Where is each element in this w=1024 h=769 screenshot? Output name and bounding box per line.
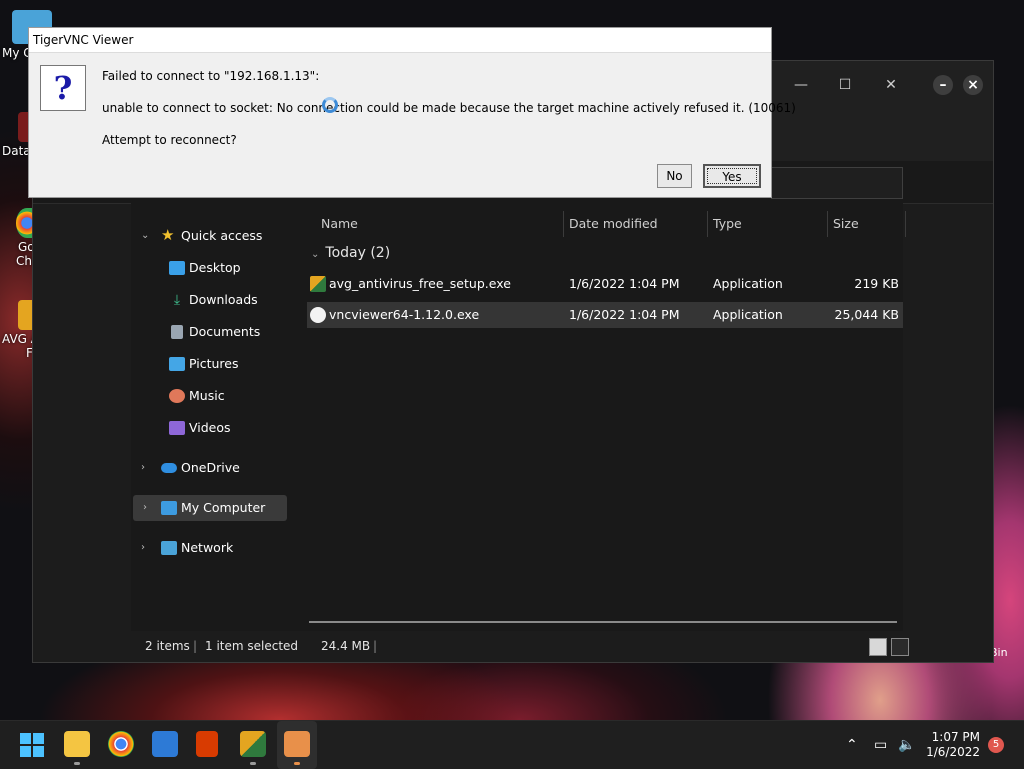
file-row[interactable]: avg_antivirus_free_setup.exe 1/6/2022 1:… <box>307 271 903 297</box>
file-date: 1/6/2022 1:04 PM <box>569 276 680 291</box>
column-divider[interactable] <box>563 211 564 237</box>
running-indicator <box>294 762 300 765</box>
nav-label: Desktop <box>189 260 241 275</box>
chevron-up-icon[interactable]: ⌃ <box>846 721 858 769</box>
group-label: Today (2) <box>325 245 391 261</box>
status-item-count: 2 items <box>145 639 190 653</box>
column-header-type[interactable]: Type <box>713 211 742 237</box>
tigervnc-icon <box>310 307 326 323</box>
busy-cursor-icon <box>322 97 338 113</box>
clock-date: 1/6/2022 <box>926 745 980 759</box>
start-icon[interactable] <box>20 733 44 757</box>
group-header-today[interactable]: ⌄ Today (2) <box>311 245 390 261</box>
network-icon <box>161 541 177 555</box>
chevron-right-icon: › <box>141 462 145 473</box>
office-icon[interactable] <box>196 731 218 757</box>
cloud-icon <box>161 463 177 473</box>
download-icon: ⤓ <box>173 292 181 308</box>
large-icons-view-icon[interactable] <box>891 638 909 656</box>
avg-icon[interactable] <box>240 731 266 757</box>
nav-label: My Computer <box>181 500 266 515</box>
computer-icon <box>161 501 177 515</box>
column-divider[interactable] <box>827 211 828 237</box>
nav-my-computer[interactable]: › My Computer <box>133 495 287 521</box>
vnc-close-icon[interactable]: × <box>963 75 983 95</box>
running-indicator <box>250 762 256 765</box>
clock-time: 1:07 PM <box>931 730 980 744</box>
chevron-right-icon: › <box>141 542 145 553</box>
chevron-right-icon: › <box>143 502 147 513</box>
no-button[interactable]: No <box>657 164 692 188</box>
file-explorer-icon[interactable] <box>64 731 90 757</box>
file-type: Application <box>713 276 783 291</box>
vnc-controls: – × <box>933 69 993 105</box>
star-icon: ★ <box>161 226 175 244</box>
notification-badge[interactable]: 5 <box>988 737 1004 753</box>
videos-icon <box>169 421 185 435</box>
file-row[interactable]: vncviewer64-1.12.0.exe 1/6/2022 1:04 PM … <box>307 302 903 328</box>
network-status-icon[interactable]: ▭ <box>874 721 887 769</box>
chevron-down-icon: ⌄ <box>141 230 150 241</box>
file-type: Application <box>713 307 783 322</box>
speaker-icon[interactable]: 🔈 <box>898 721 915 769</box>
column-header-date[interactable]: Date modified <box>569 211 658 237</box>
status-bar: 2 items | 1 item selected 24.4 MB | <box>131 631 993 661</box>
file-list: Name Date modified Type Size ⌄ Today (2) … <box>291 203 906 631</box>
taskbar: ⌃ ▭ 🔈 1:07 PM 1/6/2022 5 <box>0 720 1024 769</box>
chrome-icon[interactable] <box>108 731 134 757</box>
document-icon <box>171 325 183 339</box>
chevron-down-icon: ⌄ <box>311 249 320 260</box>
file-size: 219 KB <box>854 276 899 291</box>
pictures-icon <box>169 357 185 371</box>
file-name: avg_antivirus_free_setup.exe <box>329 276 511 291</box>
column-header-name[interactable]: Name <box>321 211 358 237</box>
search-input[interactable] <box>771 167 903 199</box>
nav-label: Videos <box>189 420 231 435</box>
column-divider[interactable] <box>707 211 708 237</box>
file-size: 25,044 KB <box>834 307 899 322</box>
avg-installer-icon <box>310 276 326 292</box>
desktop-icon <box>169 261 185 275</box>
dialog-detail-line: unable to connect to socket: No connecti… <box>102 101 796 115</box>
nav-label: Quick access <box>181 228 263 243</box>
yes-button[interactable]: Yes <box>703 164 761 188</box>
details-view-icon[interactable] <box>869 638 887 656</box>
close-button[interactable]: ✕ <box>879 75 903 95</box>
nav-label: Documents <box>189 324 261 339</box>
minimize-button[interactable]: — <box>789 75 813 95</box>
dialog-error-line: Failed to connect to "192.168.1.13": <box>102 69 320 83</box>
file-date: 1/6/2022 1:04 PM <box>569 307 680 322</box>
status-divider: | <box>373 639 378 653</box>
tigervnc-dialog: TigerVNC Viewer ? Failed to connect to "… <box>28 27 796 198</box>
file-name: vncviewer64-1.12.0.exe <box>329 307 480 322</box>
status-divider: | <box>193 639 198 653</box>
nav-label: Music <box>189 388 225 403</box>
running-indicator <box>74 762 80 765</box>
column-divider[interactable] <box>905 211 906 237</box>
nav-label: Pictures <box>189 356 239 371</box>
status-selection: 1 item selected <box>205 639 299 653</box>
vnc-minimize-icon[interactable]: – <box>933 75 953 95</box>
nav-label: Network <box>181 540 234 555</box>
tigervnc-icon[interactable] <box>284 731 310 757</box>
music-icon <box>169 389 185 403</box>
nav-label: Downloads <box>189 292 258 307</box>
column-header-size[interactable]: Size <box>833 211 859 237</box>
status-size: 24.4 MB <box>321 639 371 653</box>
dialog-title[interactable]: TigerVNC Viewer <box>29 28 771 53</box>
dialog-prompt: Attempt to reconnect? <box>102 133 237 147</box>
question-icon: ? <box>40 65 86 111</box>
clock[interactable]: 1:07 PM 1/6/2022 <box>926 730 980 760</box>
nav-label: OneDrive <box>181 460 240 475</box>
store-icon[interactable] <box>152 731 178 757</box>
maximize-button[interactable]: ☐ <box>833 75 857 95</box>
horizontal-scrollbar[interactable] <box>309 621 897 623</box>
